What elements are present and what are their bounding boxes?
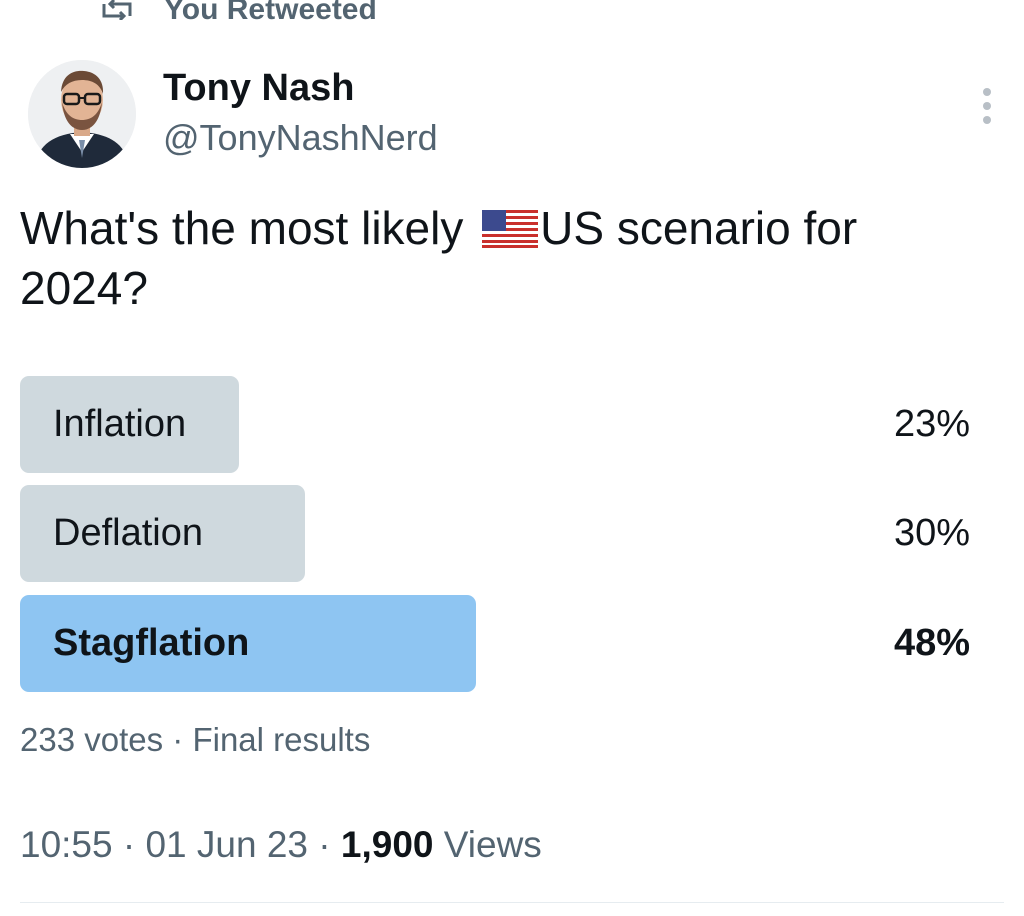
poll-votes: 233 votes <box>20 721 164 758</box>
tweet-time[interactable]: 10:55 <box>20 824 113 865</box>
dot <box>983 116 991 124</box>
more-options-icon[interactable] <box>970 84 1004 128</box>
poll-option-percent: 48% <box>893 622 970 664</box>
meta-separator: · <box>112 824 146 865</box>
tweet-text-before-flag: What's the most likely <box>20 202 477 254</box>
avatar[interactable] <box>28 60 136 168</box>
poll-option-percent: 23% <box>893 403 970 445</box>
tweet-date[interactable]: 01 Jun 23 <box>145 824 308 865</box>
retweet-icon <box>102 0 132 20</box>
divider <box>20 902 1004 903</box>
views-label: Views <box>443 824 542 865</box>
retweet-context: You Retweeted <box>100 0 377 30</box>
poll-meta: 233 votes · Final results <box>20 718 370 762</box>
poll-option-stagflation: Stagflation 48% <box>20 595 970 692</box>
poll-status: Final results <box>192 721 371 758</box>
tweet-text: What's the most likely US scenario for 2… <box>20 198 980 318</box>
poll-option-label: Inflation <box>53 403 187 445</box>
poll-option-deflation: Deflation 30% <box>20 485 970 582</box>
views-count: 1,900 <box>340 824 434 865</box>
meta-separator: · <box>308 824 341 865</box>
author-name[interactable]: Tony Nash <box>163 66 354 110</box>
poll-option-label: Stagflation <box>53 622 250 664</box>
tweet-meta: 10:55 · 01 Jun 23 · 1,900 Views <box>20 822 542 868</box>
author-handle[interactable]: @TonyNashNerd <box>163 116 438 160</box>
avatar-portrait-icon <box>28 60 136 168</box>
poll-separator: · <box>172 721 184 758</box>
poll-option-label: Deflation <box>53 512 203 554</box>
poll-option-percent: 30% <box>893 512 970 554</box>
poll-option-inflation: Inflation 23% <box>20 376 970 473</box>
dot <box>983 88 991 96</box>
us-flag-icon <box>482 210 539 248</box>
retweet-label: You Retweeted <box>164 0 377 26</box>
dot <box>983 102 991 110</box>
